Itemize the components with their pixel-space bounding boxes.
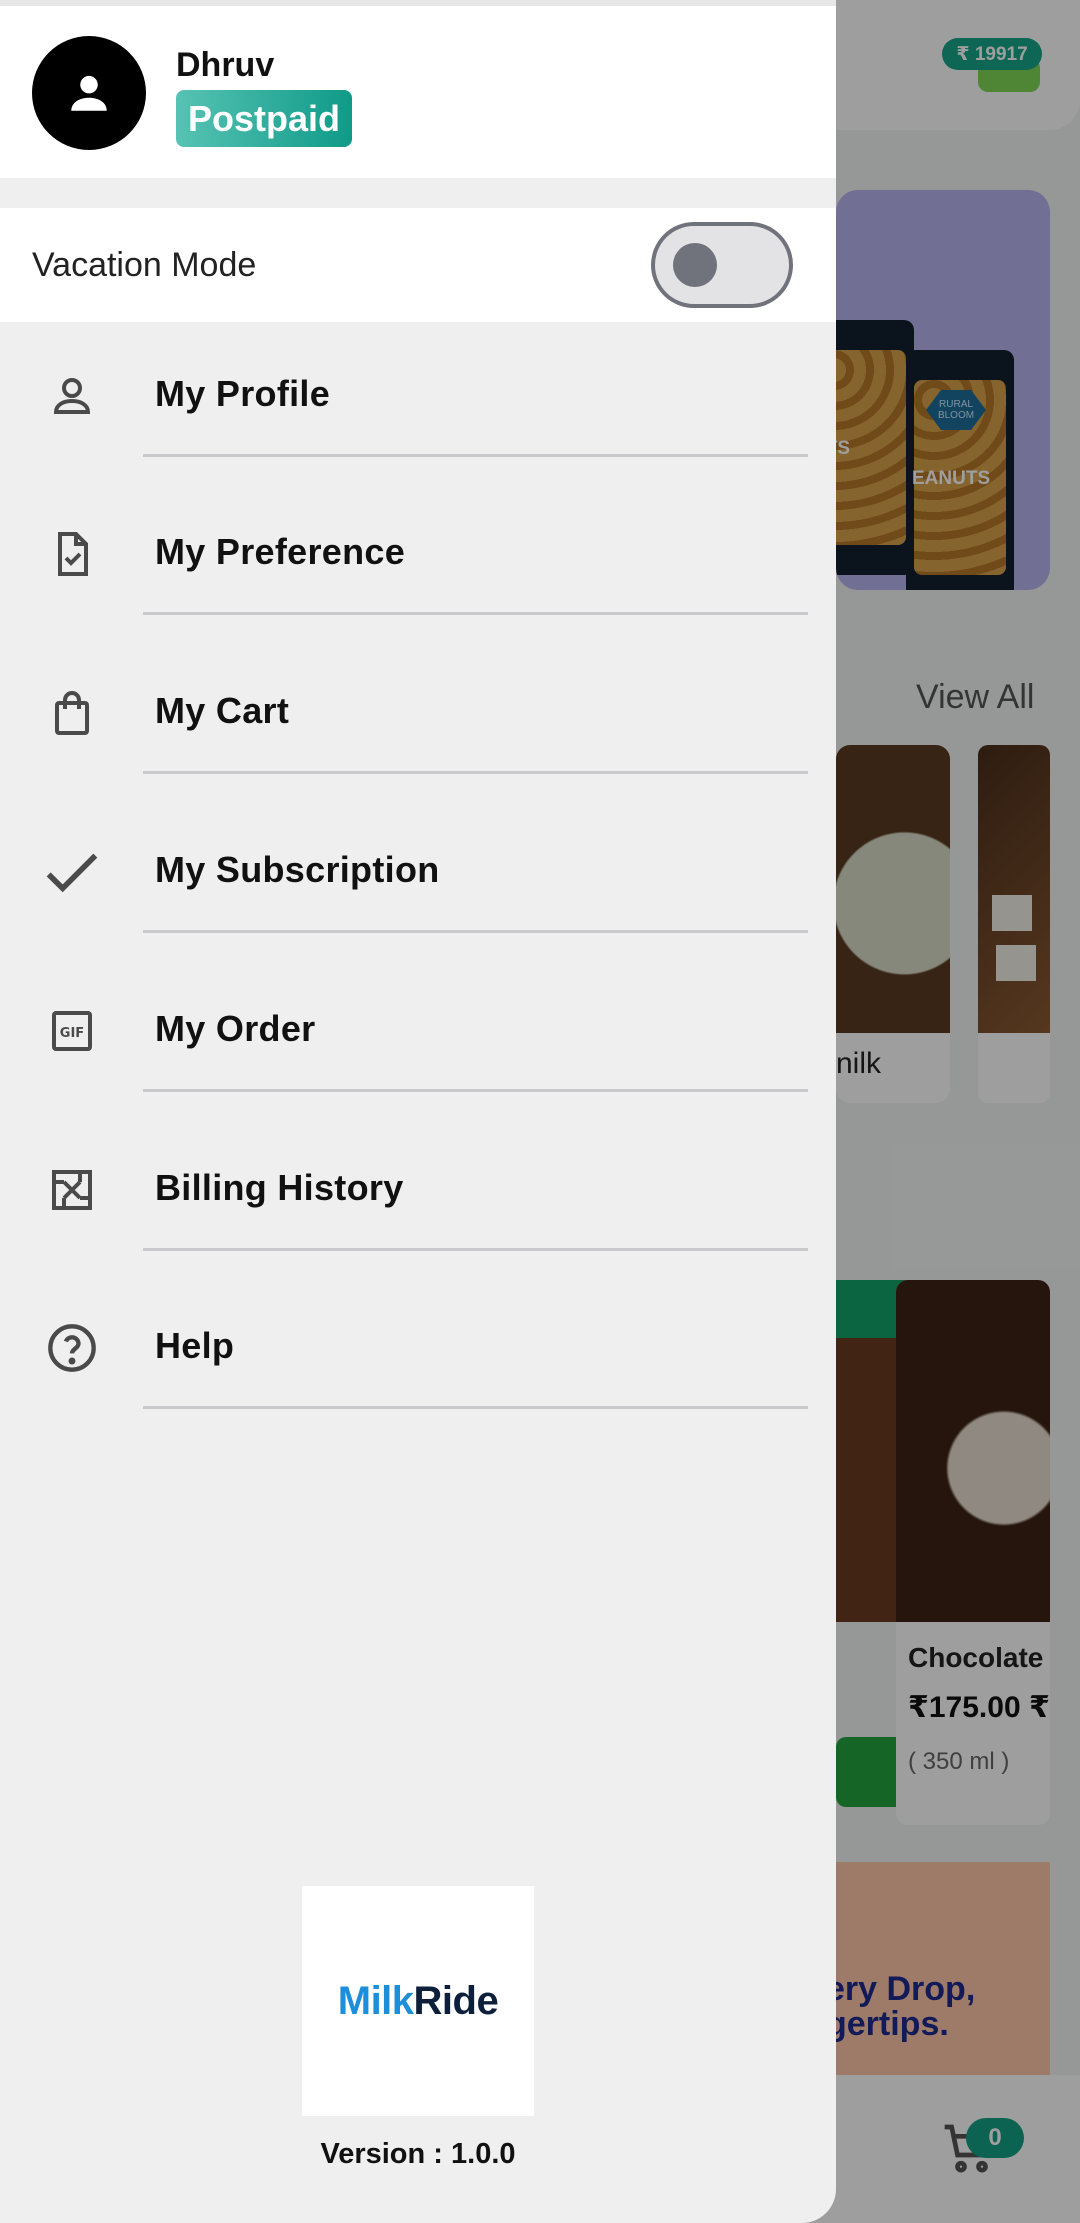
shopping-bag-icon	[44, 685, 100, 741]
menu-label: My Profile	[155, 373, 331, 414]
gif-box-icon: GIF	[44, 1003, 100, 1059]
document-check-icon	[44, 526, 100, 582]
logo-part-milk: Milk	[337, 1978, 414, 2023]
menu-item-my-preference[interactable]: My Preference	[0, 476, 836, 634]
menu-item-my-subscription[interactable]: My Subscription	[0, 794, 836, 952]
checkmark-icon	[44, 844, 100, 900]
vacation-mode-toggle[interactable]	[651, 222, 793, 308]
image-frame-icon	[44, 1162, 100, 1218]
divider	[143, 454, 808, 457]
menu-label: Billing History	[155, 1167, 404, 1208]
divider	[143, 1248, 808, 1251]
help-circle-icon	[44, 1320, 100, 1376]
divider	[143, 771, 808, 774]
navigation-drawer: Dhruv Postpaid Vacation Mode My Profile …	[0, 0, 836, 2223]
vacation-mode-label: Vacation Mode	[32, 246, 257, 284]
logo-part-ride: Ride	[413, 1978, 499, 2023]
plan-badge: Postpaid	[176, 90, 353, 147]
divider	[143, 1406, 808, 1409]
profile-header: Dhruv Postpaid	[0, 6, 836, 178]
svg-text:GIF: GIF	[60, 1026, 84, 1041]
menu-item-billing-history[interactable]: Billing History	[0, 1112, 836, 1270]
menu-item-my-profile[interactable]: My Profile	[0, 318, 836, 476]
menu-label: Help	[155, 1325, 235, 1366]
menu-label: My Subscription	[155, 849, 440, 890]
milkride-logo: MilkRide	[302, 1886, 534, 2116]
menu-label: My Preference	[155, 531, 406, 572]
person-outline-icon	[44, 368, 100, 424]
avatar[interactable]	[32, 36, 146, 150]
menu-item-my-cart[interactable]: My Cart	[0, 635, 836, 793]
menu-item-help[interactable]: Help	[0, 1270, 836, 1428]
vacation-mode-row: Vacation Mode	[0, 208, 836, 322]
menu-label: My Order	[155, 1008, 316, 1049]
person-icon	[71, 75, 107, 111]
user-name: Dhruv	[176, 46, 275, 84]
menu-label: My Cart	[155, 690, 290, 731]
app-version: Version : 1.0.0	[320, 2138, 516, 2170]
menu-item-my-order[interactable]: GIF My Order	[0, 953, 836, 1111]
divider	[143, 1089, 808, 1092]
divider	[143, 612, 808, 615]
toggle-knob	[673, 243, 717, 287]
divider	[143, 930, 808, 933]
